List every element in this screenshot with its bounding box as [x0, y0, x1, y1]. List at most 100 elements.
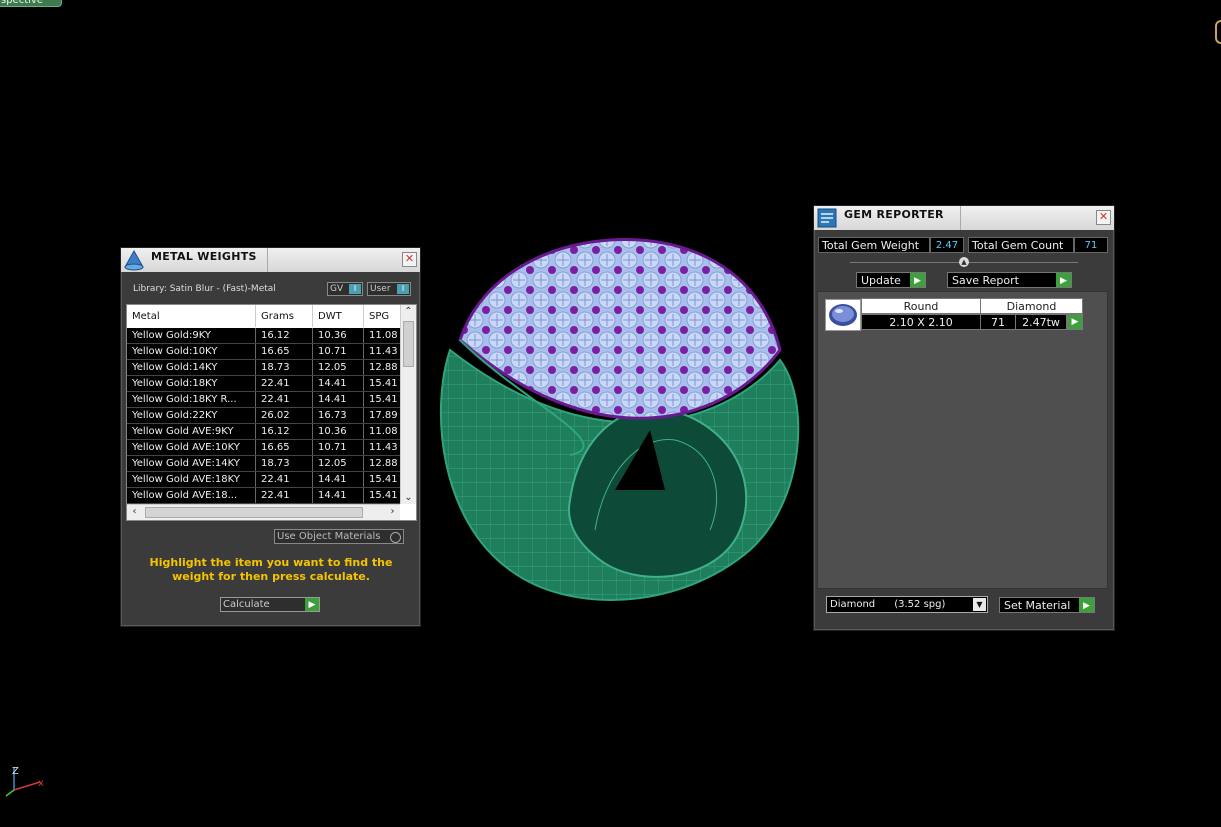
grams-cell: 16.65: [256, 344, 313, 359]
gem-list-area: Round Diamond 2.10 X 2.10 71 2.47tw ▶: [817, 291, 1108, 589]
play-arrow-icon: ▶: [305, 598, 319, 611]
metal-cell: Yellow Gold AVE:18KY: [127, 472, 256, 487]
table-row[interactable]: Yellow Gold:22KY 26.02 16.73 17.89: [127, 408, 400, 424]
play-arrow-icon: ▶: [910, 273, 925, 287]
vertical-scrollbar[interactable]: ⌃ ⌄: [400, 305, 416, 504]
dwt-cell: 14.41: [313, 376, 364, 391]
instruction-hint: Highlight the item you want to find the …: [149, 556, 393, 583]
table-row[interactable]: Yellow Gold AVE:18... 22.41 14.41 15.41: [127, 488, 400, 504]
update-label: Update: [861, 274, 901, 287]
calculate-button[interactable]: Calculate ▶: [220, 597, 320, 612]
round-diamond-icon[interactable]: [825, 299, 861, 331]
spg-cell: 11.08: [369, 426, 398, 437]
title-separator: [267, 248, 268, 272]
gem-reporter-panel: GEM REPORTER ✕ Total Gem Weight 2.47 Tot…: [813, 205, 1115, 631]
viewport-tab[interactable]: spective: [0, 0, 62, 7]
chevron-down-icon: ▼: [973, 598, 986, 611]
edge-marker: [1215, 20, 1221, 44]
metal-cell: Yellow Gold AVE:9KY: [127, 424, 256, 439]
metal-table-body: Yellow Gold:9KY 16.12 10.36 11.08 Yellow Go…: [127, 328, 400, 504]
grams-cell: 22.41: [256, 488, 313, 503]
metal-cell: Yellow Gold:14KY: [127, 360, 256, 375]
user-toggle-switch: I: [397, 284, 409, 294]
dwt-cell: 10.71: [313, 440, 364, 455]
column-header-metal[interactable]: Metal: [127, 305, 256, 327]
set-material-label: Set Material: [1004, 599, 1071, 612]
axis-z-label: Z: [12, 766, 19, 777]
table-row[interactable]: Yellow Gold:18KY 22.41 14.41 15.41: [127, 376, 400, 392]
gem-reporter-report-icon: [817, 208, 837, 228]
gem-weight-cell: 2.47tw: [1015, 314, 1067, 330]
metal-weights-close-button[interactable]: ✕: [402, 252, 417, 267]
user-toggle[interactable]: User I: [367, 282, 411, 296]
dwt-cell: 12.05: [313, 456, 364, 471]
calculate-label: Calculate: [223, 599, 270, 610]
table-row[interactable]: Yellow Gold:18KY R... 22.41 14.41 15.41: [127, 392, 400, 408]
library-label: Library: Satin Blur - (Fast)-Metal: [133, 284, 276, 294]
axis-gizmo-icon: Z x: [5, 766, 44, 797]
table-row[interactable]: Yellow Gold:10KY 16.65 10.71 11.43: [127, 344, 400, 360]
gem-row-action-button[interactable]: ▶: [1067, 314, 1083, 330]
grams-cell: 18.73: [256, 360, 313, 375]
spg-cell: 15.41: [369, 474, 398, 485]
dwt-cell: 10.71: [313, 344, 364, 359]
update-button[interactable]: Update ▶: [856, 272, 926, 288]
play-arrow-icon: ▶: [1068, 315, 1082, 329]
spg-cell: 12.88: [369, 458, 398, 469]
ring-model-render[interactable]: [420, 230, 820, 620]
save-report-button[interactable]: Save Report ▶: [947, 272, 1072, 288]
scroll-left-icon[interactable]: ‹: [127, 506, 142, 517]
material-select[interactable]: Diamond (3.52 spg) ▼: [826, 596, 988, 613]
table-row[interactable]: Yellow Gold AVE:9KY 16.12 10.36 11.08: [127, 424, 400, 440]
metal-weights-cone-icon: [124, 249, 144, 271]
scroll-down-icon[interactable]: ⌄: [401, 492, 416, 503]
total-gem-count-value: 71: [1074, 237, 1108, 253]
column-header-grams[interactable]: Grams: [256, 305, 313, 327]
grams-cell: 22.41: [256, 392, 313, 407]
spg-cell: 12.88: [369, 362, 398, 373]
gem-size-cell: 2.10 X 2.10: [861, 314, 981, 330]
grams-cell: 16.12: [256, 424, 313, 439]
table-row[interactable]: Yellow Gold:14KY 18.73 12.05 12.88: [127, 360, 400, 376]
dwt-cell: 14.41: [313, 472, 364, 487]
metal-table-header: Metal Grams DWT SPG: [127, 305, 400, 327]
metal-cell: Yellow Gold AVE:14KY: [127, 456, 256, 471]
spg-cell: 15.41: [369, 490, 398, 501]
dwt-cell: 12.05: [313, 360, 364, 375]
spg-cell: 17.89: [369, 410, 398, 421]
gem-count-cell: 71: [980, 314, 1016, 330]
column-header-dwt[interactable]: DWT: [313, 305, 364, 327]
metal-cell: Yellow Gold:22KY: [127, 408, 256, 423]
spg-cell: 15.41: [369, 378, 398, 389]
metal-weights-panel: METAL WEIGHTS ✕ Library: Satin Blur - (F…: [120, 247, 421, 627]
grams-cell: 16.12: [256, 328, 313, 343]
gem-reporter-title: GEM REPORTER: [844, 208, 944, 221]
spg-cell: 11.08: [369, 330, 398, 341]
table-row[interactable]: Yellow Gold AVE:10KY 16.65 10.71 11.43: [127, 440, 400, 456]
table-row[interactable]: Yellow Gold AVE:14KY 18.73 12.05 12.88: [127, 456, 400, 472]
total-gem-weight-label: Total Gem Weight: [818, 237, 930, 253]
gem-shape-header: Round: [861, 298, 981, 314]
gem-reporter-close-button[interactable]: ✕: [1096, 210, 1111, 225]
set-material-button[interactable]: Set Material ▶: [999, 597, 1095, 613]
vertical-scroll-thumb[interactable]: [403, 321, 414, 367]
scroll-right-icon[interactable]: ›: [385, 506, 400, 517]
dwt-cell: 16.73: [313, 408, 364, 423]
column-header-spg[interactable]: SPG: [364, 305, 400, 327]
metal-weights-titlebar[interactable]: METAL WEIGHTS ✕: [121, 248, 420, 272]
table-row[interactable]: Yellow Gold:9KY 16.12 10.36 11.08: [127, 328, 400, 344]
table-row[interactable]: Yellow Gold AVE:18KY 22.41 14.41 15.41: [127, 472, 400, 488]
dwt-cell: 14.41: [313, 488, 364, 503]
gv-toggle-label: GV: [330, 284, 344, 294]
collapse-knob-icon[interactable]: ▲: [959, 257, 969, 267]
metal-cell: Yellow Gold:9KY: [127, 328, 256, 343]
horizontal-scroll-thumb[interactable]: [145, 507, 363, 518]
horizontal-scrollbar[interactable]: ‹ ›: [127, 504, 400, 520]
user-toggle-label: User: [370, 284, 391, 294]
gv-toggle[interactable]: GV I: [327, 282, 363, 296]
play-arrow-icon: ▶: [1056, 273, 1071, 287]
use-object-materials-toggle[interactable]: Use Object Materials: [274, 529, 404, 544]
scroll-up-icon[interactable]: ⌃: [401, 306, 416, 317]
gem-reporter-titlebar[interactable]: GEM REPORTER ✕: [814, 206, 1114, 230]
gem-material-header: Diamond: [980, 298, 1083, 314]
